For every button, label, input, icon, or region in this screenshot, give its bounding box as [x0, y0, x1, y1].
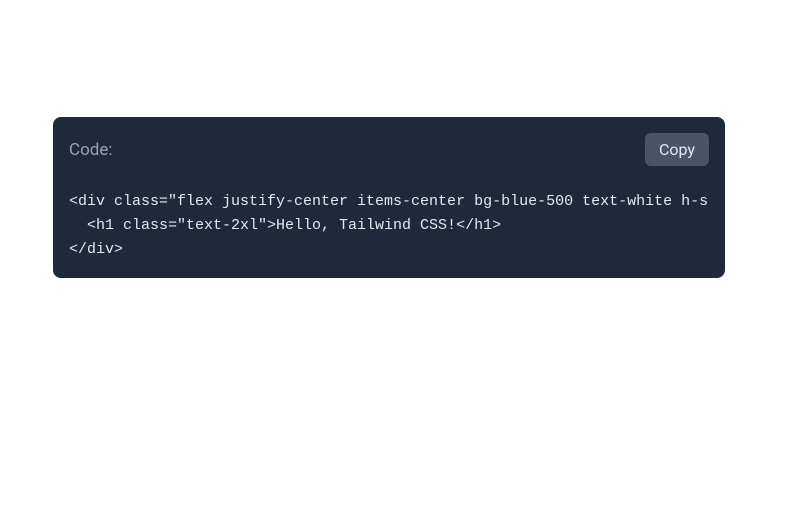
code-header: Code: Copy — [69, 133, 709, 166]
copy-button[interactable]: Copy — [645, 133, 709, 166]
code-content: <div class="flex justify-center items-ce… — [69, 190, 709, 262]
code-block: Code: Copy <div class="flex justify-cent… — [53, 117, 725, 278]
code-label: Code: — [69, 140, 112, 160]
